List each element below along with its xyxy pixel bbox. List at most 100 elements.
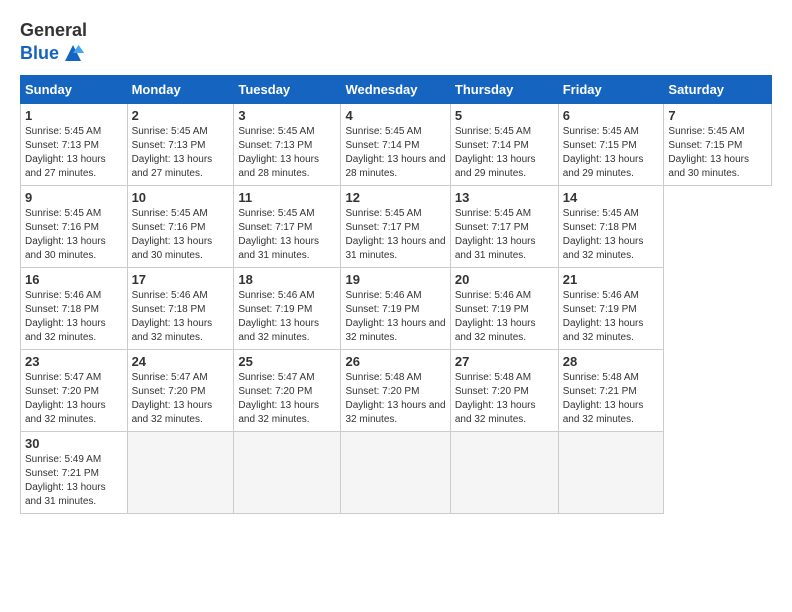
logo-icon (61, 41, 85, 65)
calendar-table: SundayMondayTuesdayWednesdayThursdayFrid… (20, 75, 772, 514)
logo-wordmark: General Blue (20, 20, 87, 65)
weekday-header-sunday: Sunday (21, 76, 128, 104)
calendar-cell-day-6: 6 Sunrise: 5:45 AMSunset: 7:15 PMDaylight… (558, 104, 664, 186)
day-number: 9 (25, 190, 123, 205)
day-number: 16 (25, 272, 123, 287)
day-number: 24 (132, 354, 230, 369)
calendar-cell-day-17: 17 Sunrise: 5:46 AMSunset: 7:18 PMDayligh… (127, 268, 234, 350)
day-number: 13 (455, 190, 554, 205)
day-info: Sunrise: 5:45 AMSunset: 7:16 PMDaylight:… (132, 207, 230, 263)
calendar-cell-day-30: 30 Sunrise: 5:49 AMSunset: 7:21 PMDayligh… (21, 432, 128, 514)
day-info: Sunrise: 5:46 AMSunset: 7:19 PMDaylight:… (563, 289, 660, 345)
day-info: Sunrise: 5:47 AMSunset: 7:20 PMDaylight:… (238, 371, 336, 427)
day-number: 12 (345, 190, 445, 205)
weekday-header-friday: Friday (558, 76, 664, 104)
day-info: Sunrise: 5:46 AMSunset: 7:18 PMDaylight:… (132, 289, 230, 345)
calendar-week-1: 1 Sunrise: 5:45 AMSunset: 7:13 PMDaylight… (21, 104, 772, 186)
day-info: Sunrise: 5:46 AMSunset: 7:19 PMDaylight:… (238, 289, 336, 345)
day-number: 2 (132, 108, 230, 123)
logo-blue: Blue (20, 43, 59, 64)
weekday-header-thursday: Thursday (450, 76, 558, 104)
calendar-cell-empty (127, 432, 234, 514)
calendar-cell-day-28: 28 Sunrise: 5:48 AMSunset: 7:21 PMDayligh… (558, 350, 664, 432)
day-info: Sunrise: 5:45 AMSunset: 7:13 PMDaylight:… (238, 125, 336, 181)
day-info: Sunrise: 5:45 AMSunset: 7:14 PMDaylight:… (345, 125, 445, 181)
calendar-cell-day-16: 16 Sunrise: 5:46 AMSunset: 7:18 PMDayligh… (21, 268, 128, 350)
calendar-cell-day-5: 5 Sunrise: 5:45 AMSunset: 7:14 PMDaylight… (450, 104, 558, 186)
weekday-header-wednesday: Wednesday (341, 76, 450, 104)
day-number: 11 (238, 190, 336, 205)
day-number: 17 (132, 272, 230, 287)
day-info: Sunrise: 5:48 AMSunset: 7:20 PMDaylight:… (345, 371, 445, 427)
calendar-cell-day-24: 24 Sunrise: 5:47 AMSunset: 7:20 PMDayligh… (127, 350, 234, 432)
day-info: Sunrise: 5:45 AMSunset: 7:14 PMDaylight:… (455, 125, 554, 181)
day-info: Sunrise: 5:45 AMSunset: 7:13 PMDaylight:… (132, 125, 230, 181)
calendar-cell-day-18: 18 Sunrise: 5:46 AMSunset: 7:19 PMDayligh… (234, 268, 341, 350)
page-header: General Blue (20, 20, 772, 65)
day-info: Sunrise: 5:45 AMSunset: 7:18 PMDaylight:… (563, 207, 660, 263)
day-number: 14 (563, 190, 660, 205)
weekday-header-monday: Monday (127, 76, 234, 104)
day-info: Sunrise: 5:45 AMSunset: 7:17 PMDaylight:… (345, 207, 445, 263)
day-number: 28 (563, 354, 660, 369)
day-number: 18 (238, 272, 336, 287)
calendar-cell-empty (341, 432, 450, 514)
calendar-week-5: 30 Sunrise: 5:49 AMSunset: 7:21 PMDayligh… (21, 432, 772, 514)
day-number: 6 (563, 108, 660, 123)
day-number: 20 (455, 272, 554, 287)
calendar-cell-day-19: 19 Sunrise: 5:46 AMSunset: 7:19 PMDayligh… (341, 268, 450, 350)
day-number: 3 (238, 108, 336, 123)
calendar-cell-day-10: 10 Sunrise: 5:45 AMSunset: 7:16 PMDayligh… (127, 186, 234, 268)
calendar-cell-day-4: 4 Sunrise: 5:45 AMSunset: 7:14 PMDaylight… (341, 104, 450, 186)
calendar-week-3: 16 Sunrise: 5:46 AMSunset: 7:18 PMDayligh… (21, 268, 772, 350)
calendar-cell-day-7: 7Sunrise: 5:45 AMSunset: 7:15 PMDaylight… (664, 104, 772, 186)
day-number: 25 (238, 354, 336, 369)
calendar-cell-empty (558, 432, 664, 514)
calendar-cell-day-14: 14 Sunrise: 5:45 AMSunset: 7:18 PMDayligh… (558, 186, 664, 268)
calendar-cell-day-1: 1 Sunrise: 5:45 AMSunset: 7:13 PMDaylight… (21, 104, 128, 186)
weekday-header-row: SundayMondayTuesdayWednesdayThursdayFrid… (21, 76, 772, 104)
calendar-cell-day-9: 9 Sunrise: 5:45 AMSunset: 7:16 PMDaylight… (21, 186, 128, 268)
day-info: Sunrise: 5:48 AMSunset: 7:21 PMDaylight:… (563, 371, 660, 427)
day-number: 1 (25, 108, 123, 123)
day-number: 5 (455, 108, 554, 123)
calendar-week-4: 23 Sunrise: 5:47 AMSunset: 7:20 PMDayligh… (21, 350, 772, 432)
day-info: Sunrise: 5:45 AMSunset: 7:15 PMDaylight:… (563, 125, 660, 181)
day-number: 10 (132, 190, 230, 205)
weekday-header-tuesday: Tuesday (234, 76, 341, 104)
day-info: Sunrise: 5:47 AMSunset: 7:20 PMDaylight:… (25, 371, 123, 427)
day-number: 4 (345, 108, 445, 123)
calendar-cell-day-20: 20 Sunrise: 5:46 AMSunset: 7:19 PMDayligh… (450, 268, 558, 350)
calendar-cell-day-23: 23 Sunrise: 5:47 AMSunset: 7:20 PMDayligh… (21, 350, 128, 432)
day-info: Sunrise: 5:48 AMSunset: 7:20 PMDaylight:… (455, 371, 554, 427)
day-info: Sunrise: 5:49 AMSunset: 7:21 PMDaylight:… (25, 453, 123, 509)
calendar-cell-empty (234, 432, 341, 514)
day-number: 23 (25, 354, 123, 369)
day-number: 19 (345, 272, 445, 287)
calendar-week-2: 9 Sunrise: 5:45 AMSunset: 7:16 PMDaylight… (21, 186, 772, 268)
calendar-cell-day-11: 11Sunrise: 5:45 AMSunset: 7:17 PMDayligh… (234, 186, 341, 268)
logo: General Blue (20, 20, 87, 65)
calendar-cell-empty (450, 432, 558, 514)
calendar-cell-day-21: 21 Sunrise: 5:46 AMSunset: 7:19 PMDayligh… (558, 268, 664, 350)
weekday-header-saturday: Saturday (664, 76, 772, 104)
day-info: Sunrise: 5:46 AMSunset: 7:18 PMDaylight:… (25, 289, 123, 345)
day-info: Sunrise: 5:46 AMSunset: 7:19 PMDaylight:… (455, 289, 554, 345)
calendar-cell-day-13: 13 Sunrise: 5:45 AMSunset: 7:17 PMDayligh… (450, 186, 558, 268)
day-info: Sunrise: 5:46 AMSunset: 7:19 PMDaylight:… (345, 289, 445, 345)
day-info: Sunrise: 5:45 AMSunset: 7:17 PMDaylight:… (455, 207, 554, 263)
day-number: 21 (563, 272, 660, 287)
calendar-cell-day-27: 27 Sunrise: 5:48 AMSunset: 7:20 PMDayligh… (450, 350, 558, 432)
calendar-cell-day-12: 12 Sunrise: 5:45 AMSunset: 7:17 PMDayligh… (341, 186, 450, 268)
calendar-cell-day-25: 25 Sunrise: 5:47 AMSunset: 7:20 PMDayligh… (234, 350, 341, 432)
logo-general: General (20, 20, 87, 40)
day-info: Sunrise: 5:45 AMSunset: 7:16 PMDaylight:… (25, 207, 123, 263)
day-info: Sunrise: 5:47 AMSunset: 7:20 PMDaylight:… (132, 371, 230, 427)
day-number: 26 (345, 354, 445, 369)
day-number: 30 (25, 436, 123, 451)
day-number: 27 (455, 354, 554, 369)
calendar-cell-day-26: 26 Sunrise: 5:48 AMSunset: 7:20 PMDayligh… (341, 350, 450, 432)
day-info: Sunrise: 5:45 AMSunset: 7:13 PMDaylight:… (25, 125, 123, 181)
day-number: 7 (668, 108, 767, 123)
calendar-cell-day-2: 2 Sunrise: 5:45 AMSunset: 7:13 PMDaylight… (127, 104, 234, 186)
